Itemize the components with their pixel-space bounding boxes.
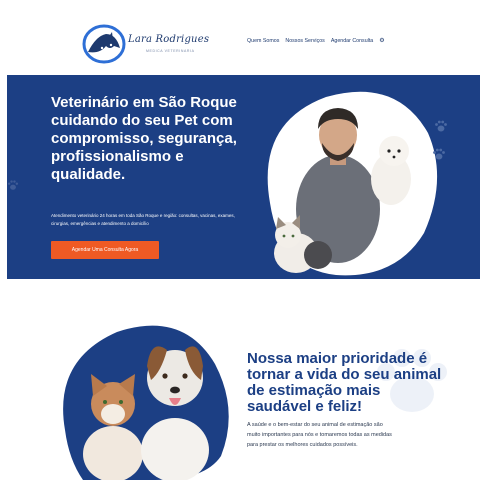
priority-heading: Nossa maior prioridade é tornar a vida d… xyxy=(247,350,442,415)
hero-description: Atendimento veterinário 24 horas em toda… xyxy=(51,213,235,226)
priority-text: A saúde e o bem-estar do seu animal de e… xyxy=(247,422,392,448)
nav-item-nossos-servicos[interactable]: Nossos Serviços xyxy=(285,38,324,44)
schedule-appointment-button[interactable]: Agendar Uma Consulta Agora xyxy=(51,241,159,259)
hero-section: Veterinário em São Roque cuidando do seu… xyxy=(7,75,480,279)
hero-title: Veterinário em São Roque cuidando do seu… xyxy=(51,94,237,183)
paw-print-icon xyxy=(7,180,19,190)
dog-and-cat-image xyxy=(63,325,229,480)
paw-print-icon xyxy=(433,148,445,160)
brand-tagline: MEDICA VETERINARIA xyxy=(146,49,195,53)
nav-item-quem-somos[interactable]: Quem Somos xyxy=(247,38,279,44)
paw-print-icon xyxy=(435,120,447,132)
site-header: Lara Rodrigues MEDICA VETERINARIA Quem S… xyxy=(0,0,480,74)
hero-vet-with-pets-image xyxy=(267,91,438,276)
nav-item-agendar-consulta[interactable]: Agendar Consulta xyxy=(331,38,373,44)
brand-name: Lara Rodrigues xyxy=(128,34,210,45)
main-nav: Quem Somos Nossos Serviços Agendar Consu… xyxy=(247,37,385,45)
brand-logo[interactable] xyxy=(82,24,126,64)
gear-icon[interactable]: ⚙ xyxy=(379,37,384,44)
